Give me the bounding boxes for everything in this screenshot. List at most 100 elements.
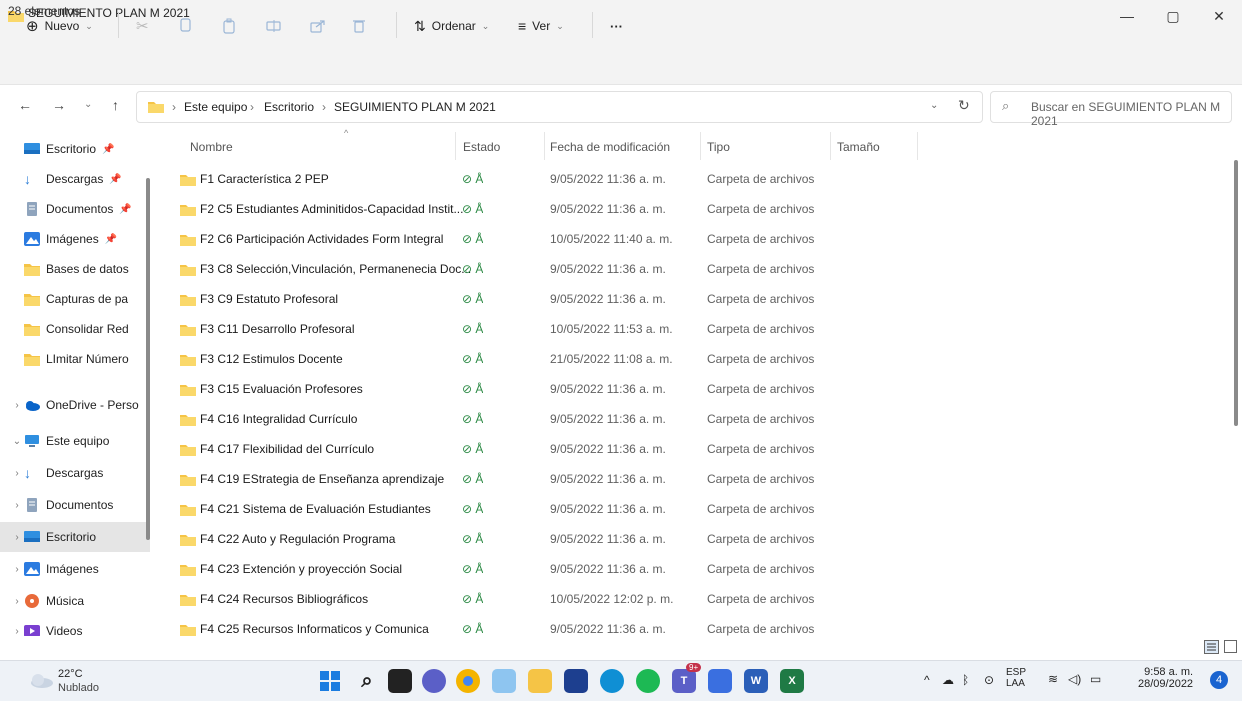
refresh-button[interactable]: ↻ — [958, 97, 970, 114]
file-row[interactable]: F4 C17 Flexibilidad del Currículo ⊘ Å 9/… — [160, 434, 1220, 464]
word-button[interactable]: W — [744, 669, 768, 693]
forward-button[interactable]: → — [52, 97, 66, 113]
show-hidden-icons-button[interactable]: ^ — [924, 673, 930, 687]
battery-icon[interactable]: ▭ — [1090, 672, 1101, 686]
nav-item-limitar[interactable]: LImitar Número — [0, 344, 150, 374]
maximize-button[interactable]: ▢ — [1150, 0, 1196, 32]
breadcrumb-este-equipo[interactable]: Este equipo — [184, 100, 247, 114]
nav-item-descargas[interactable]: ↓ Descargas 📌 — [0, 164, 150, 194]
close-button[interactable]: ✕ — [1196, 0, 1242, 32]
wifi-icon[interactable]: ≋ — [1048, 672, 1058, 686]
more-options-button[interactable]: ··· — [610, 12, 623, 40]
file-row[interactable]: F3 C12 Estimulos Docente ⊘ Å 21/05/2022 … — [160, 344, 1220, 374]
zoom-button[interactable] — [708, 669, 732, 693]
file-row[interactable]: F3 C11 Desarrollo Profesoral ⊘ Å 10/05/2… — [160, 314, 1220, 344]
notification-badge[interactable]: 4 — [1210, 671, 1228, 689]
breadcrumb-escritorio[interactable]: Escritorio — [264, 100, 314, 114]
nav-item-pc-videos[interactable]: › Videos — [0, 616, 150, 636]
nav-item-imagenes[interactable]: Imágenes 📌 — [0, 224, 150, 254]
column-divider[interactable] — [830, 132, 831, 160]
column-name[interactable]: Nombre — [190, 140, 233, 154]
minimize-button[interactable]: — — [1104, 0, 1150, 32]
copy-button[interactable] — [178, 12, 192, 40]
cut-button[interactable]: ✂ — [136, 12, 149, 40]
file-row[interactable]: F2 C6 Participación Actividades Form Int… — [160, 224, 1220, 254]
column-divider[interactable] — [455, 132, 456, 160]
column-date[interactable]: Fecha de modificación — [550, 140, 670, 154]
file-row[interactable]: F1 Característica 2 PEP ⊘ Å 9/05/2022 11… — [160, 164, 1220, 194]
file-row[interactable]: F4 C24 Recursos Bibliográficos ⊘ Å 10/05… — [160, 584, 1220, 614]
file-row[interactable]: F3 C15 Evaluación Profesores ⊘ Å 9/05/20… — [160, 374, 1220, 404]
nav-item-pc-imagenes[interactable]: › Imágenes — [0, 554, 150, 584]
delete-button[interactable] — [352, 12, 366, 40]
file-row[interactable]: F4 C21 Sistema de Evaluación Estudiantes… — [160, 494, 1220, 524]
chrome-button[interactable] — [456, 669, 480, 693]
nav-item-pc-escritorio[interactable]: › Escritorio — [0, 522, 150, 552]
column-type[interactable]: Tipo — [707, 140, 730, 154]
bluetooth-tray-icon[interactable]: ᛒ — [962, 673, 969, 687]
spotify-button[interactable] — [636, 669, 660, 693]
excel-button[interactable]: X — [780, 669, 804, 693]
column-state[interactable]: Estado — [463, 140, 500, 154]
sync-status-icon: ⊘ Å — [462, 502, 484, 516]
file-type: Carpeta de archivos — [707, 532, 815, 546]
back-button[interactable]: ← — [18, 97, 32, 113]
details-view-button[interactable] — [1204, 640, 1219, 654]
column-divider[interactable] — [917, 132, 918, 160]
start-button[interactable] — [318, 669, 342, 693]
up-button[interactable]: ↑ — [112, 97, 119, 113]
photos-app-button[interactable] — [492, 669, 516, 693]
documents-icon — [27, 202, 37, 216]
nav-item-capturas[interactable]: Capturas de pa — [0, 284, 150, 314]
nav-item-documentos[interactable]: Documentos 📌 — [0, 194, 150, 224]
nav-item-label: Consolidar Red — [46, 322, 129, 336]
nav-scrollbar[interactable] — [146, 178, 150, 540]
store-button[interactable] — [564, 669, 588, 693]
sort-button[interactable]: ⇅ Ordenar ⌄ — [414, 12, 489, 40]
weather-desc[interactable]: Nublado — [58, 682, 99, 694]
sync-status-icon: ⊘ Å — [462, 442, 484, 456]
file-explorer-button[interactable] — [528, 669, 552, 693]
rename-button[interactable] — [266, 12, 282, 40]
onedrive-tray-icon[interactable]: ☁ — [942, 673, 954, 687]
folder-icon — [180, 415, 196, 426]
file-name: F4 C25 Recursos Informaticos y Comunica — [200, 622, 429, 636]
nav-item-onedrive[interactable]: › OneDrive - Perso — [0, 390, 150, 420]
file-list-scrollbar[interactable] — [1234, 160, 1238, 426]
share-button[interactable] — [310, 12, 326, 40]
microphone-tray-icon[interactable]: ⊙ — [984, 673, 994, 687]
teams-button[interactable]: T — [672, 669, 696, 693]
volume-icon[interactable]: ◁) — [1068, 672, 1081, 686]
nav-item-pc-descargas[interactable]: › ↓ Descargas — [0, 458, 150, 488]
nav-item-escritorio[interactable]: Escritorio 📌 — [0, 134, 150, 164]
recent-locations-button[interactable]: ⌄ — [84, 99, 92, 110]
column-size[interactable]: Tamaño — [837, 140, 880, 154]
file-row[interactable]: F4 C22 Auto y Regulación Programa ⊘ Å 9/… — [160, 524, 1220, 554]
file-date: 9/05/2022 11:36 a. m. — [550, 202, 666, 216]
nav-item-bases-de-datos[interactable]: Bases de datos — [0, 254, 150, 284]
chat-button[interactable] — [422, 669, 446, 693]
paste-button[interactable] — [222, 12, 236, 40]
file-row[interactable]: F3 C8 Selección,Vinculación, Permaneneci… — [160, 254, 1220, 284]
file-row[interactable]: F2 C5 Estudiantes Adminitidos-Capacidad … — [160, 194, 1220, 224]
task-view-button[interactable] — [388, 669, 412, 693]
large-icons-view-button[interactable] — [1224, 640, 1237, 653]
view-button[interactable]: ≡ Ver ⌄ — [518, 12, 564, 40]
nav-item-pc-musica[interactable]: › Música — [0, 586, 150, 616]
breadcrumb-current[interactable]: SEGUIMIENTO PLAN M 2021 — [334, 100, 496, 114]
nav-item-pc-documentos[interactable]: › Documentos — [0, 490, 150, 520]
clock[interactable]: 9:58 a. m. 28/09/2022 — [1138, 666, 1193, 690]
file-row[interactable]: F3 C9 Estatuto Profesoral ⊘ Å 9/05/2022 … — [160, 284, 1220, 314]
search-taskbar-button[interactable]: ⌕ — [355, 669, 379, 693]
column-divider[interactable] — [544, 132, 545, 160]
column-divider[interactable] — [700, 132, 701, 160]
address-history-button[interactable]: ⌄ — [930, 100, 938, 111]
nav-item-consolidar[interactable]: Consolidar Red — [0, 314, 150, 344]
language-indicator[interactable]: ESP LAA — [1006, 667, 1026, 689]
file-row[interactable]: F4 C19 EStrategia de Enseñanza aprendiza… — [160, 464, 1220, 494]
file-row[interactable]: F4 C16 Integralidad Currículo ⊘ Å 9/05/2… — [160, 404, 1220, 434]
edge-button[interactable] — [600, 669, 624, 693]
file-row[interactable]: F4 C23 Extención y proyección Social ⊘ Å… — [160, 554, 1220, 584]
nav-item-este-equipo[interactable]: ⌄ Este equipo — [0, 426, 150, 456]
weather-temp[interactable]: 22°C — [58, 668, 83, 680]
